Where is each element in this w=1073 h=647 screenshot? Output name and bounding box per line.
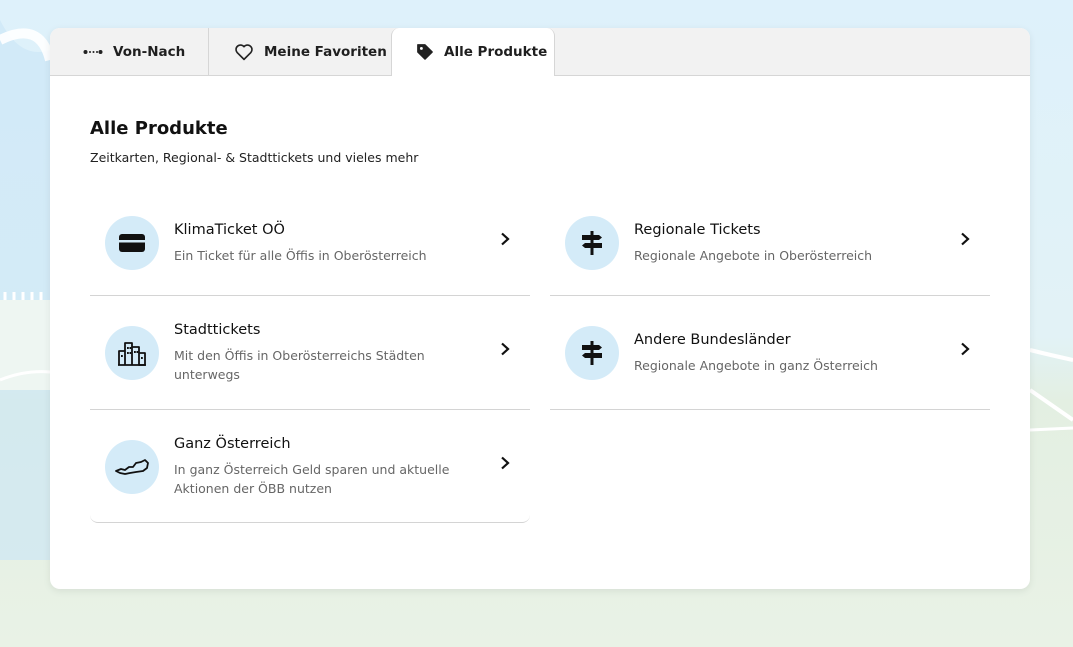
credit-card-icon bbox=[105, 216, 159, 270]
product-stadttickets[interactable]: Stadttickets Mit den Öffis in Oberösterr… bbox=[90, 296, 530, 410]
chevron-right-icon bbox=[500, 232, 510, 246]
tab-von-nach[interactable]: Von-Nach bbox=[50, 28, 209, 75]
product-title: Andere Bundesländer bbox=[634, 332, 791, 348]
product-description: Regionale Angebote in ganz Österreich bbox=[634, 358, 878, 373]
tab-alle-produkte[interactable]: Alle Produkte bbox=[391, 28, 555, 76]
product-description: Regionale Angebote in Oberösterreich bbox=[634, 248, 873, 263]
product-ganz-oesterreich[interactable]: Ganz Österreich In ganz Österreich Geld … bbox=[90, 410, 530, 523]
product-description: Ein Ticket für alle Öffis in Oberösterre… bbox=[174, 248, 427, 263]
chevron-right-icon bbox=[500, 342, 510, 356]
signpost-icon bbox=[565, 216, 619, 270]
product-title: KlimaTicket OÖ bbox=[174, 222, 285, 238]
signpost-icon bbox=[565, 326, 619, 380]
tab-label: Meine Favoriten bbox=[264, 43, 387, 60]
chevron-right-icon bbox=[960, 342, 970, 356]
tag-icon bbox=[416, 43, 434, 61]
product-andere-bundeslaender[interactable]: Andere Bundesländer Regionale Angebote i… bbox=[550, 296, 990, 410]
route-dots-icon bbox=[83, 47, 103, 57]
product-title: Ganz Österreich bbox=[174, 436, 291, 452]
chevron-right-icon bbox=[500, 456, 510, 470]
product-title: Stadttickets bbox=[174, 322, 261, 338]
chevron-right-icon bbox=[960, 232, 970, 246]
tab-meine-favoriten[interactable]: Meine Favoriten bbox=[210, 28, 390, 75]
city-buildings-icon bbox=[105, 326, 159, 380]
tab-label: Alle Produkte bbox=[444, 44, 548, 60]
product-description: Mit den Öffis in Oberösterreichs Städten… bbox=[174, 348, 425, 382]
product-klimaticket[interactable]: KlimaTicket OÖ Ein Ticket für alle Öffis… bbox=[90, 186, 530, 296]
product-title: Regionale Tickets bbox=[634, 222, 761, 238]
page-subtitle: Zeitkarten, Regional- & Stadttickets und… bbox=[90, 150, 419, 165]
tab-bar: Von-Nach Meine Favoriten Alle Produkte bbox=[50, 28, 1030, 76]
austria-map-icon bbox=[105, 440, 159, 494]
products-card: Von-Nach Meine Favoriten Alle Produkte A… bbox=[50, 28, 1030, 589]
page-title: Alle Produkte bbox=[90, 118, 228, 139]
tab-label: Von-Nach bbox=[113, 43, 186, 60]
heart-icon bbox=[234, 43, 254, 61]
product-description: In ganz Österreich Geld sparen und aktue… bbox=[174, 462, 450, 496]
product-regionale-tickets[interactable]: Regionale Tickets Regionale Angebote in … bbox=[550, 186, 990, 296]
